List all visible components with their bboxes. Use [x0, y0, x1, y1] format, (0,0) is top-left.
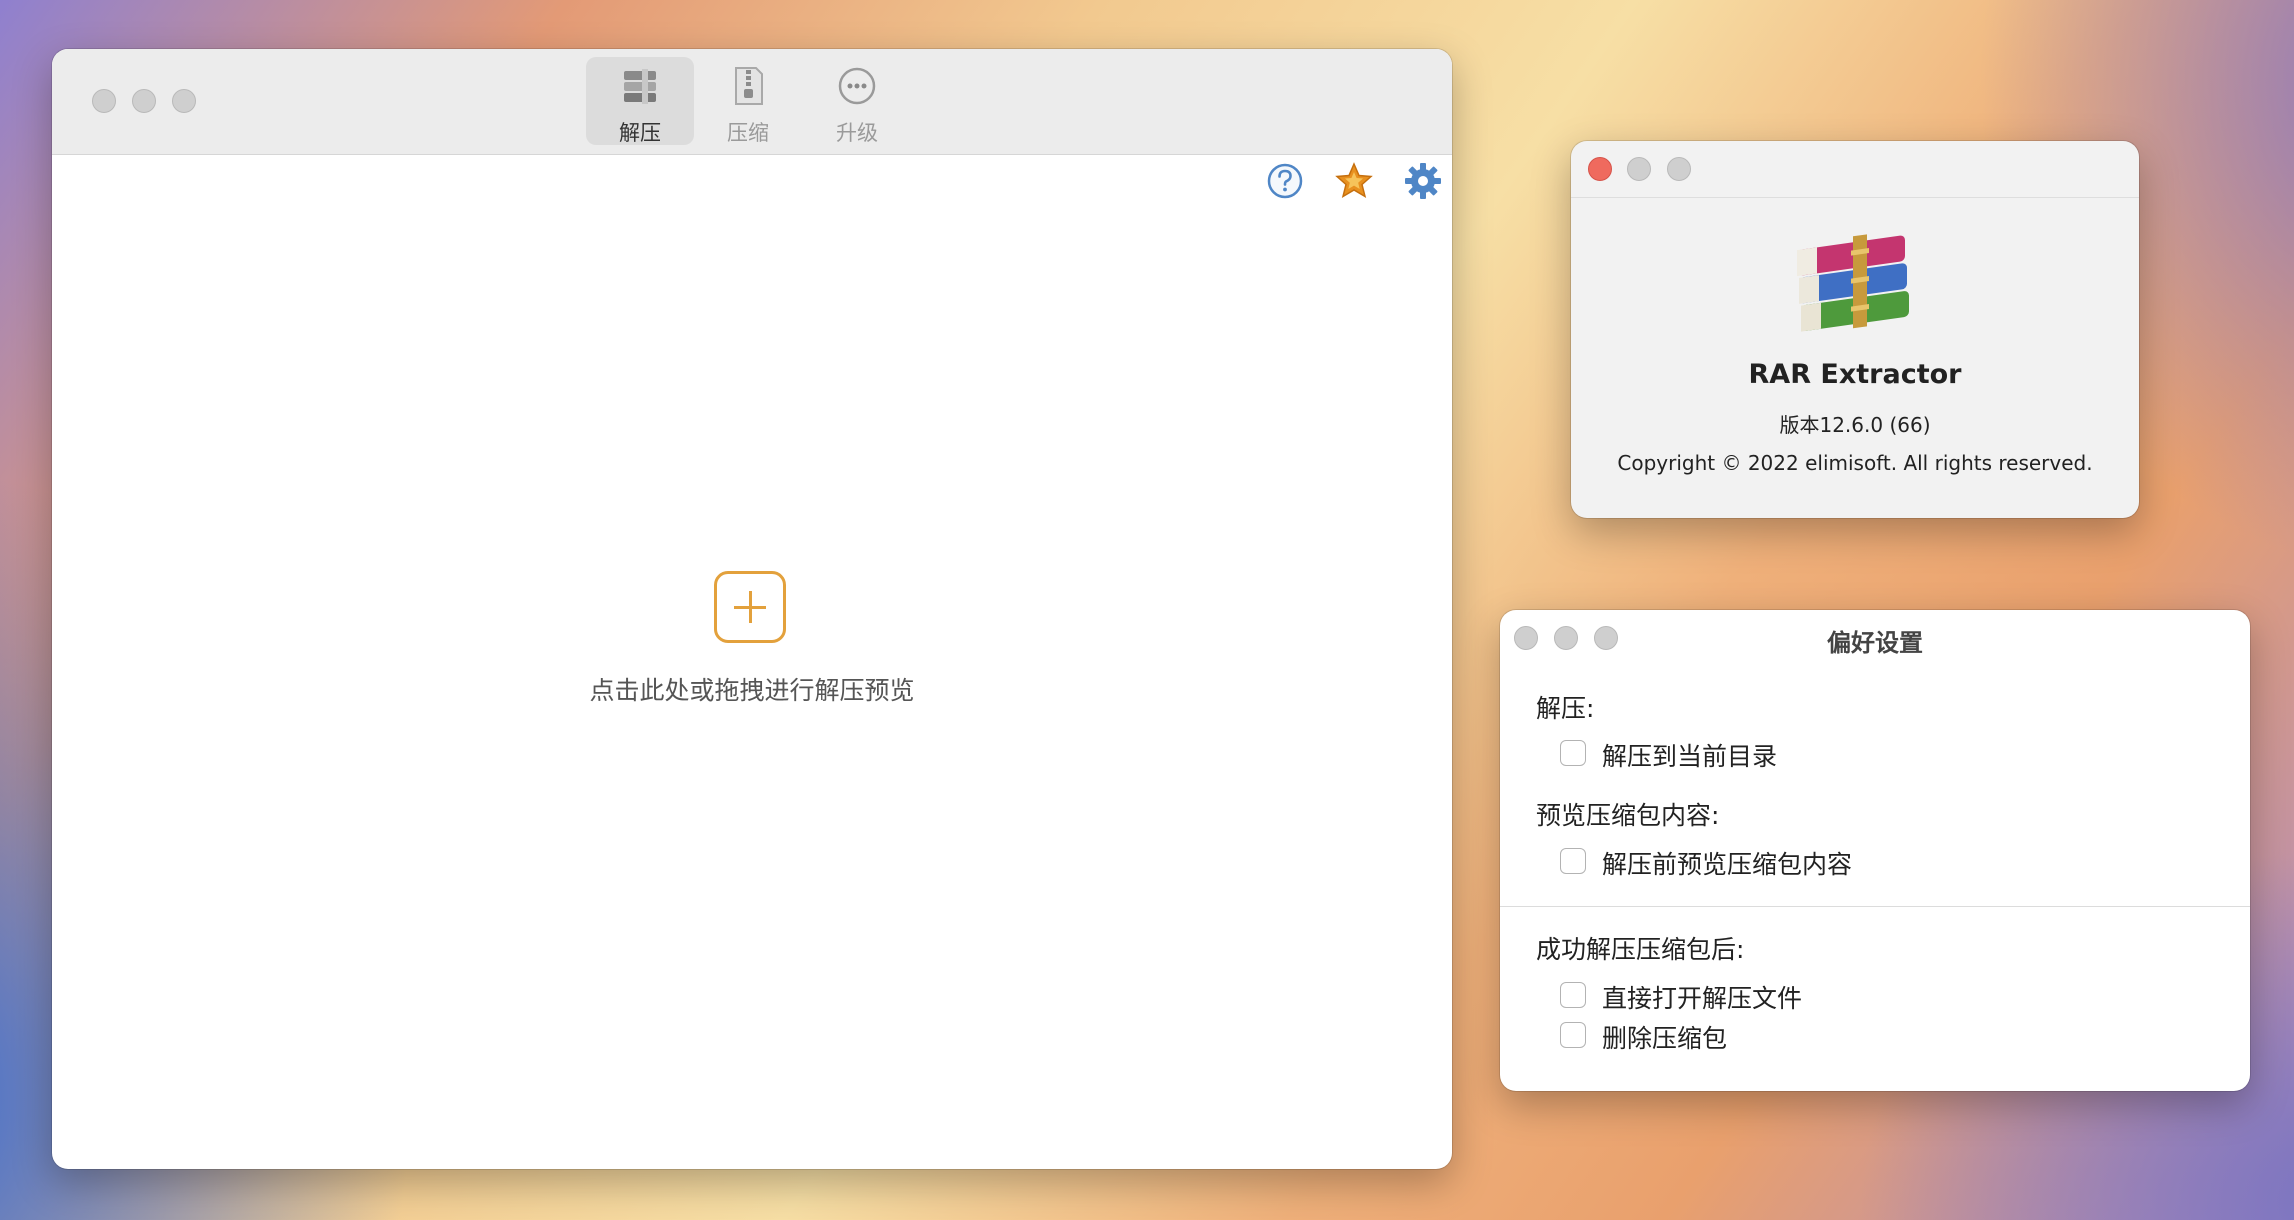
close-button[interactable]: [92, 89, 116, 113]
tab-compress[interactable]: 压缩: [694, 57, 802, 145]
app-name: RAR Extractor: [1748, 359, 1962, 390]
checkbox[interactable]: [1560, 1022, 1586, 1048]
checkbox[interactable]: [1560, 848, 1586, 874]
prefs-titlebar: 偏好设置: [1500, 610, 2250, 666]
tab-upgrade-label: 升级: [836, 121, 878, 145]
main-titlebar: 解压 压缩 升级: [52, 49, 1452, 155]
checkbox[interactable]: [1560, 982, 1586, 1008]
tab-upgrade[interactable]: 升级: [803, 57, 911, 145]
option-label: 删除压缩包: [1602, 1024, 1728, 1053]
star-icon[interactable]: [1334, 161, 1374, 201]
about-minimize-button[interactable]: [1627, 157, 1651, 181]
gear-icon[interactable]: [1403, 161, 1443, 201]
preferences-window: 偏好设置 解压: 解压到当前目录 预览压缩包内容: 解压前预览压缩包内容 成功解…: [1500, 610, 2250, 1091]
option-label: 直接打开解压文件: [1602, 984, 1803, 1013]
about-close-button[interactable]: [1588, 157, 1612, 181]
app-version: 版本12.6.0 (66): [1779, 413, 1931, 437]
section-preview-label: 预览压缩包内容:: [1536, 801, 1720, 830]
more-icon: [838, 67, 876, 105]
section-extract-label: 解压:: [1536, 694, 1595, 723]
about-zoom-button[interactable]: [1667, 157, 1691, 181]
tab-extract-label: 解压: [619, 121, 661, 145]
checkbox[interactable]: [1560, 740, 1586, 766]
about-window: RAR Extractor 版本12.6.0 (66) Copyright © …: [1571, 141, 2139, 518]
zoom-button[interactable]: [172, 89, 196, 113]
prefs-title: 偏好设置: [1827, 629, 1923, 657]
tab-extract[interactable]: 解压: [586, 57, 694, 145]
option-label: 解压到当前目录: [1602, 742, 1778, 771]
tab-compress-label: 压缩: [727, 121, 769, 145]
plus-icon[interactable]: [714, 571, 786, 643]
section-after-extract-label: 成功解压压缩包后:: [1536, 935, 1745, 964]
divider: [1500, 906, 2250, 907]
archive-books-icon: [624, 69, 656, 104]
option-label: 解压前预览压缩包内容: [1602, 850, 1853, 879]
copyright-text: Copyright © 2022 elimisoft. All rights r…: [1617, 451, 2093, 475]
drop-hint[interactable]: 点击此处或拖拽进行解压预览: [52, 671, 1452, 707]
main-window: 解压 压缩 升级 点击此处或拖拽进行解压预览: [52, 49, 1452, 1169]
zip-file-icon: [735, 67, 763, 105]
rar-books-logo-icon: [1797, 234, 1909, 332]
help-icon[interactable]: [1265, 161, 1305, 201]
minimize-button[interactable]: [132, 89, 156, 113]
about-titlebar: [1571, 141, 2139, 198]
